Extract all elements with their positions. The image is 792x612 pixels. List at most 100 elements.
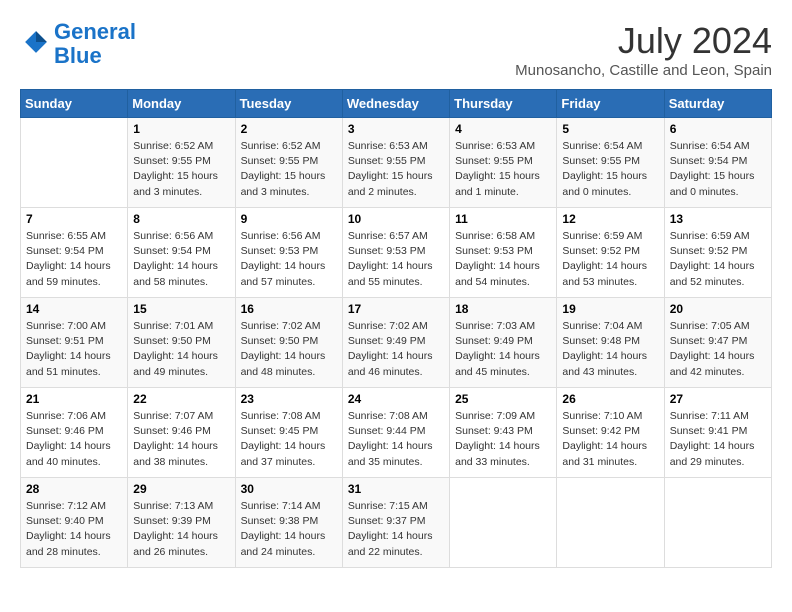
page-header: General Blue July 2024 Munosancho, Casti… (20, 20, 772, 79)
calendar-cell: 11 Sunrise: 6:58 AM Sunset: 9:53 PM Dayli… (450, 208, 557, 298)
calendar-cell: 30 Sunrise: 7:14 AM Sunset: 9:38 PM Dayli… (235, 478, 342, 568)
day-info: Sunrise: 6:52 AM Sunset: 9:55 PM Dayligh… (133, 139, 229, 200)
calendar-cell: 27 Sunrise: 7:11 AM Sunset: 9:41 PM Dayli… (664, 388, 771, 478)
calendar-cell: 29 Sunrise: 7:13 AM Sunset: 9:39 PM Dayli… (128, 478, 235, 568)
calendar-cell: 17Sunrise: 7:02 AM Sunset: 9:49 PM Dayli… (342, 298, 449, 388)
day-info: Sunrise: 6:53 AM Sunset: 9:55 PM Dayligh… (348, 139, 444, 200)
day-info: Sunrise: 7:02 AM Sunset: 9:50 PM Dayligh… (241, 319, 337, 380)
day-number: 30 (241, 482, 337, 496)
day-number: 16 (241, 302, 337, 316)
header-tuesday: Tuesday (235, 90, 342, 118)
day-number: 13 (670, 212, 766, 226)
calendar-week-row: 7 Sunrise: 6:55 AM Sunset: 9:54 PM Daylig… (21, 208, 772, 298)
day-number: 11 (455, 212, 551, 226)
day-number: 15 (133, 302, 229, 316)
calendar-table: SundayMondayTuesdayWednesdayThursdayFrid… (20, 89, 772, 568)
day-number: 14 (26, 302, 122, 316)
day-info: Sunrise: 7:14 AM Sunset: 9:38 PM Dayligh… (241, 499, 337, 560)
day-info: Sunrise: 7:03 AM Sunset: 9:49 PM Dayligh… (455, 319, 551, 380)
header-saturday: Saturday (664, 90, 771, 118)
title-block: July 2024 Munosancho, Castille and Leon,… (515, 20, 772, 79)
calendar-cell: 5 Sunrise: 6:54 AM Sunset: 9:55 PM Daylig… (557, 118, 664, 208)
day-info: Sunrise: 7:08 AM Sunset: 9:44 PM Dayligh… (348, 409, 444, 470)
day-info: Sunrise: 6:54 AM Sunset: 9:55 PM Dayligh… (562, 139, 658, 200)
calendar-cell: 2 Sunrise: 6:52 AM Sunset: 9:55 PM Daylig… (235, 118, 342, 208)
calendar-cell: 14 Sunrise: 7:00 AM Sunset: 9:51 PM Dayli… (21, 298, 128, 388)
header-thursday: Thursday (450, 90, 557, 118)
calendar-cell: 16 Sunrise: 7:02 AM Sunset: 9:50 PM Dayli… (235, 298, 342, 388)
day-number: 9 (241, 212, 337, 226)
calendar-cell: 23 Sunrise: 7:08 AM Sunset: 9:45 PM Dayli… (235, 388, 342, 478)
day-info: Sunrise: 6:59 AM Sunset: 9:52 PM Dayligh… (670, 229, 766, 290)
day-number: 26 (562, 392, 658, 406)
day-info: Sunrise: 6:55 AM Sunset: 9:54 PM Dayligh… (26, 229, 122, 290)
day-number: 7 (26, 212, 122, 226)
calendar-cell (664, 478, 771, 568)
calendar-week-row: 21Sunrise: 7:06 AM Sunset: 9:46 PM Dayli… (21, 388, 772, 478)
day-number: 23 (241, 392, 337, 406)
header-monday: Monday (128, 90, 235, 118)
day-number: 2 (241, 122, 337, 136)
calendar-cell: 3 Sunrise: 6:53 AM Sunset: 9:55 PM Daylig… (342, 118, 449, 208)
day-info: Sunrise: 7:15 AM Sunset: 9:37 PM Dayligh… (348, 499, 444, 560)
day-info: Sunrise: 7:01 AM Sunset: 9:50 PM Dayligh… (133, 319, 229, 380)
calendar-cell: 31Sunrise: 7:15 AM Sunset: 9:37 PM Dayli… (342, 478, 449, 568)
day-info: Sunrise: 7:12 AM Sunset: 9:40 PM Dayligh… (26, 499, 122, 560)
calendar-cell: 12 Sunrise: 6:59 AM Sunset: 9:52 PM Dayli… (557, 208, 664, 298)
day-number: 3 (348, 122, 444, 136)
day-info: Sunrise: 7:09 AM Sunset: 9:43 PM Dayligh… (455, 409, 551, 470)
calendar-cell (450, 478, 557, 568)
day-number: 19 (562, 302, 658, 316)
day-info: Sunrise: 6:59 AM Sunset: 9:52 PM Dayligh… (562, 229, 658, 290)
day-number: 20 (670, 302, 766, 316)
day-number: 18 (455, 302, 551, 316)
header-wednesday: Wednesday (342, 90, 449, 118)
calendar-cell (557, 478, 664, 568)
calendar-cell: 1 Sunrise: 6:52 AM Sunset: 9:55 PM Daylig… (128, 118, 235, 208)
day-number: 27 (670, 392, 766, 406)
day-info: Sunrise: 7:04 AM Sunset: 9:48 PM Dayligh… (562, 319, 658, 380)
day-number: 8 (133, 212, 229, 226)
location: Munosancho, Castille and Leon, Spain (515, 62, 772, 79)
calendar-cell: 6Sunrise: 6:54 AM Sunset: 9:54 PM Daylig… (664, 118, 771, 208)
day-number: 29 (133, 482, 229, 496)
calendar-cell: 18 Sunrise: 7:03 AM Sunset: 9:49 PM Dayli… (450, 298, 557, 388)
day-info: Sunrise: 6:56 AM Sunset: 9:53 PM Dayligh… (241, 229, 337, 290)
day-number: 21 (26, 392, 122, 406)
calendar-week-row: 28 Sunrise: 7:12 AM Sunset: 9:40 PM Dayli… (21, 478, 772, 568)
calendar-cell: 13 Sunrise: 6:59 AM Sunset: 9:52 PM Dayli… (664, 208, 771, 298)
calendar-cell: 9 Sunrise: 6:56 AM Sunset: 9:53 PM Daylig… (235, 208, 342, 298)
day-info: Sunrise: 7:11 AM Sunset: 9:41 PM Dayligh… (670, 409, 766, 470)
day-info: Sunrise: 6:57 AM Sunset: 9:53 PM Dayligh… (348, 229, 444, 290)
logo-text: General Blue (54, 20, 136, 68)
day-number: 25 (455, 392, 551, 406)
calendar-cell: 7 Sunrise: 6:55 AM Sunset: 9:54 PM Daylig… (21, 208, 128, 298)
day-number: 17 (348, 302, 444, 316)
month-title: July 2024 (515, 20, 772, 62)
day-info: Sunrise: 6:58 AM Sunset: 9:53 PM Dayligh… (455, 229, 551, 290)
calendar-cell: 25 Sunrise: 7:09 AM Sunset: 9:43 PM Dayli… (450, 388, 557, 478)
day-number: 5 (562, 122, 658, 136)
calendar-cell: 15 Sunrise: 7:01 AM Sunset: 9:50 PM Dayli… (128, 298, 235, 388)
calendar-cell: 20Sunrise: 7:05 AM Sunset: 9:47 PM Dayli… (664, 298, 771, 388)
day-info: Sunrise: 7:08 AM Sunset: 9:45 PM Dayligh… (241, 409, 337, 470)
calendar-cell: 19 Sunrise: 7:04 AM Sunset: 9:48 PM Dayli… (557, 298, 664, 388)
day-info: Sunrise: 7:13 AM Sunset: 9:39 PM Dayligh… (133, 499, 229, 560)
header-friday: Friday (557, 90, 664, 118)
day-info: Sunrise: 6:52 AM Sunset: 9:55 PM Dayligh… (241, 139, 337, 200)
calendar-week-row: 14 Sunrise: 7:00 AM Sunset: 9:51 PM Dayli… (21, 298, 772, 388)
calendar-cell: 10Sunrise: 6:57 AM Sunset: 9:53 PM Dayli… (342, 208, 449, 298)
day-number: 12 (562, 212, 658, 226)
header-sunday: Sunday (21, 90, 128, 118)
day-number: 1 (133, 122, 229, 136)
logo: General Blue (20, 20, 136, 68)
calendar-cell: 21Sunrise: 7:06 AM Sunset: 9:46 PM Dayli… (21, 388, 128, 478)
calendar-header-row: SundayMondayTuesdayWednesdayThursdayFrid… (21, 90, 772, 118)
calendar-cell: 8Sunrise: 6:56 AM Sunset: 9:54 PM Daylig… (128, 208, 235, 298)
day-info: Sunrise: 7:00 AM Sunset: 9:51 PM Dayligh… (26, 319, 122, 380)
day-number: 6 (670, 122, 766, 136)
day-number: 28 (26, 482, 122, 496)
calendar-cell (21, 118, 128, 208)
calendar-cell: 28 Sunrise: 7:12 AM Sunset: 9:40 PM Dayli… (21, 478, 128, 568)
calendar-cell: 4Sunrise: 6:53 AM Sunset: 9:55 PM Daylig… (450, 118, 557, 208)
